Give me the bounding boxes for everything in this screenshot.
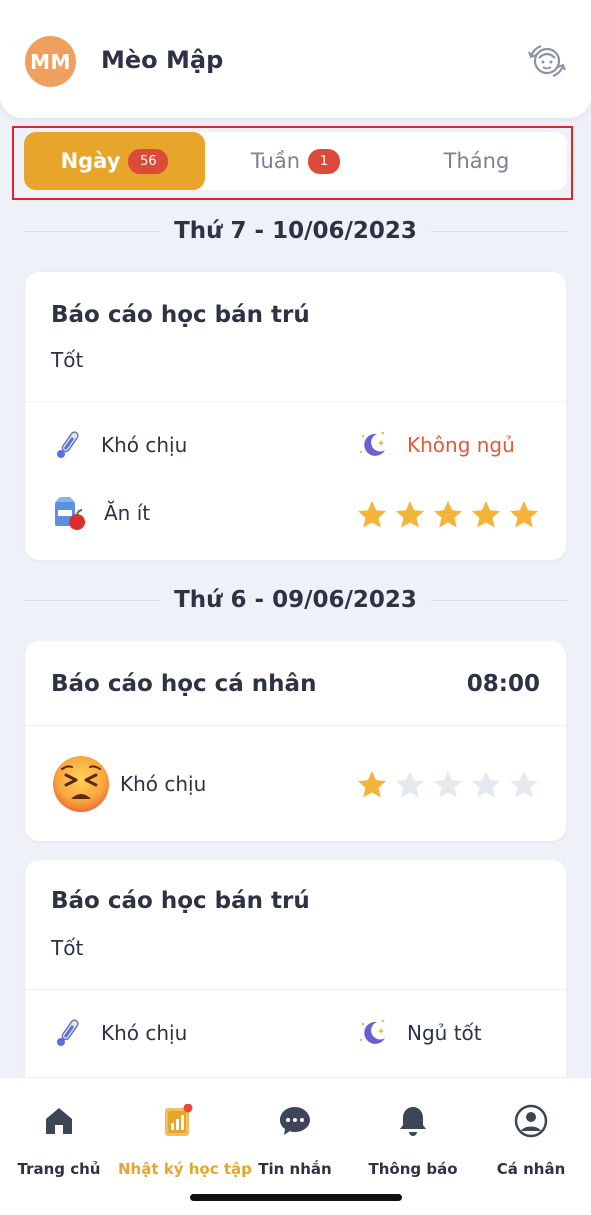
nav-study-journal[interactable]: Nhật ký học tập [118,1078,252,1188]
card-title: Báo cáo học bán trú [51,302,310,328]
nav-profile-label: Cá nhân [496,1160,566,1178]
date-divider: Thứ 6 - 09/06/2023 [24,585,567,615]
star-icon [472,501,500,528]
card-title: Báo cáo học cá nhân [51,671,317,697]
user-name: Mèo Mập [101,46,224,74]
nav-study-journal-label: Nhật ký học tập [118,1160,252,1178]
star-empty-icon [472,771,500,798]
meal-status: Ăn ít [104,501,151,525]
star-empty-icon [510,771,538,798]
user-icon [514,1104,548,1138]
mood-status: Khó chịu [120,772,207,796]
bell-icon [400,1107,426,1136]
card-time: 08:00 [466,671,540,697]
health-status: Khó chịu [101,433,188,457]
star-icon [358,501,386,528]
avatar[interactable]: MM [25,36,76,87]
nav-home[interactable]: Trang chủ [0,1078,118,1188]
health-status: Khó chịu [101,1021,188,1045]
nav-home-label: Trang chủ [17,1160,101,1178]
report-card[interactable]: Báo cáo học cá nhân 08:00 Khó chịu [25,641,566,841]
card-subtitle: Tốt [51,936,84,960]
nav-messages[interactable]: Tin nhắn [236,1078,354,1188]
star-empty-icon [434,771,462,798]
nav-notifications-label: Thông báo [368,1160,458,1178]
thermometer-icon [57,1019,79,1046]
tired-face-icon [53,756,109,812]
sleep-status: Ngủ tốt [407,1021,482,1045]
thermometer-icon [57,431,79,458]
nav-messages-label: Tin nhắn [258,1160,332,1178]
study-journal-icon [165,1104,193,1136]
star-icon [434,501,462,528]
nav-profile[interactable]: Cá nhân [472,1078,590,1188]
nav-notifications[interactable]: Thông báo [354,1078,472,1188]
rating-stars [356,499,540,531]
home-icon [46,1108,72,1134]
star-icon [510,501,538,528]
moon-icon [359,1019,385,1044]
milk-apple-icon [55,497,85,530]
sleep-status: Không ngủ [407,433,515,457]
report-card[interactable]: Báo cáo học bán trú Tốt Khó chịu Không n… [25,272,566,560]
card-title: Báo cáo học bán trú [51,888,310,914]
moon-icon [359,431,385,456]
chat-icon [280,1107,310,1135]
star-empty-icon [396,771,424,798]
star-icon [396,501,424,528]
rating-stars [356,769,540,801]
date-label: Thứ 7 - 10/06/2023 [174,218,417,244]
date-divider: Thứ 7 - 10/06/2023 [24,216,567,246]
star-icon [358,771,386,798]
card-subtitle: Tốt [51,348,84,372]
app-header: MM Mèo Mập [0,0,591,118]
date-label: Thứ 6 - 09/06/2023 [174,587,417,613]
child-switch-icon[interactable] [526,40,568,82]
tabs-highlight-box [12,126,573,200]
home-indicator [190,1194,402,1201]
report-card[interactable]: Báo cáo học bán trú Tốt Khó chịu Ngủ tốt [25,860,566,1100]
